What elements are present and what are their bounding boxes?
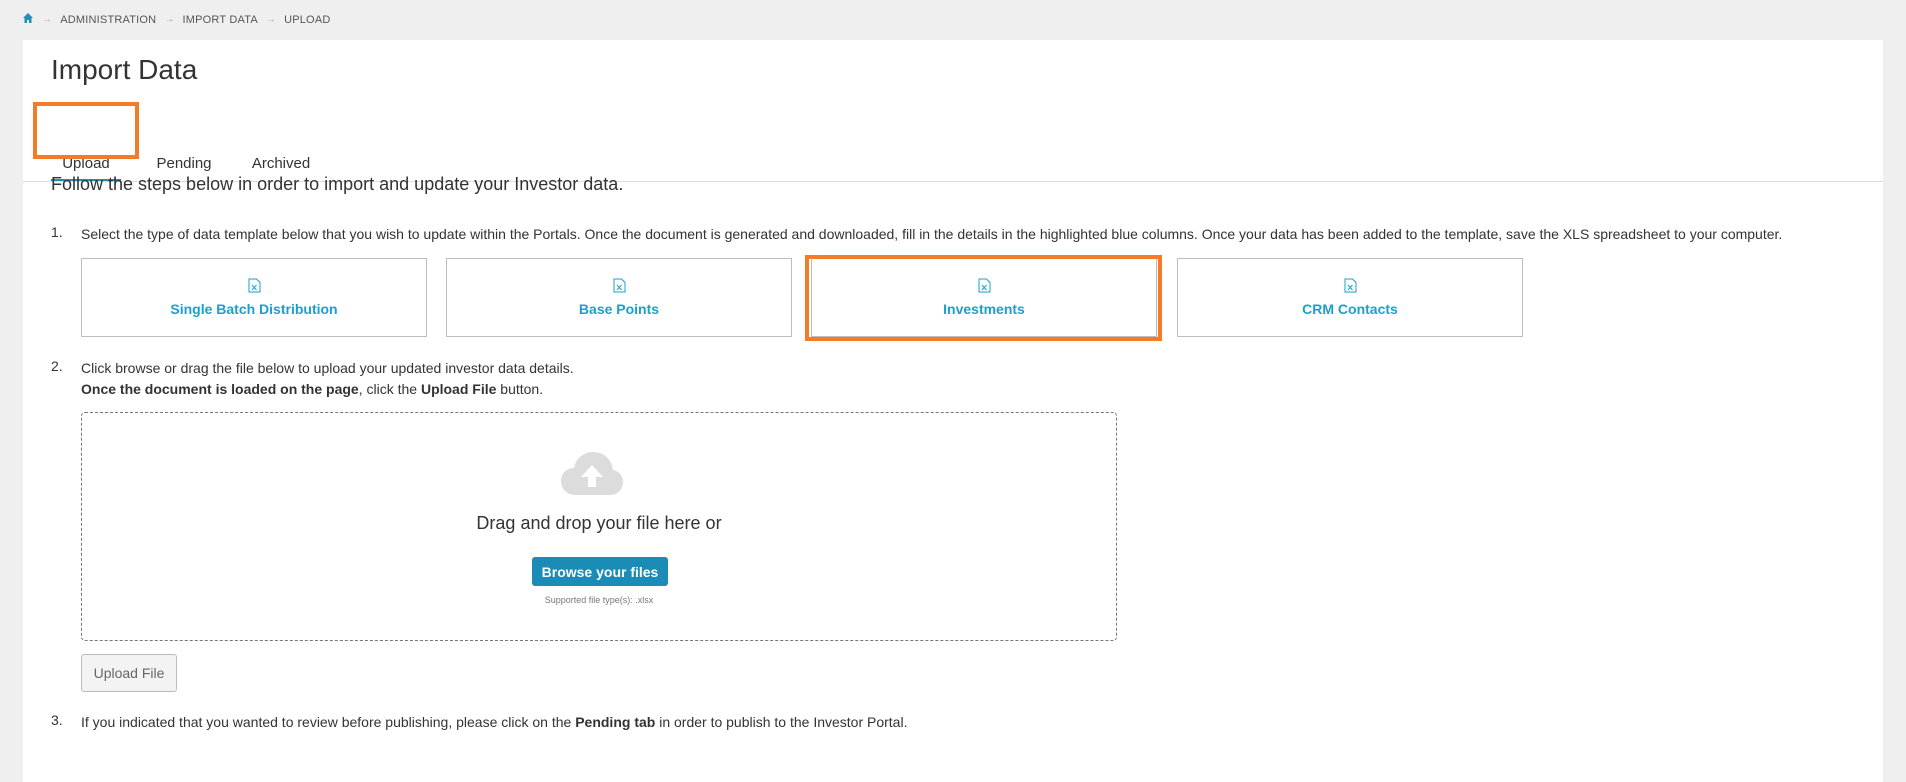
excel-file-icon [248, 278, 260, 293]
step-3-text-pre: If you indicated that you wanted to revi… [81, 714, 576, 730]
template-label: Base Points [578, 301, 660, 317]
page-title: Import Data [51, 54, 198, 85]
template-single-batch-distribution-button[interactable]: Single Batch Distribution [81, 258, 427, 337]
step-1-text: Select the type of data template below t… [81, 226, 1783, 242]
step-3-bold-pending: Pending tab [575, 714, 656, 730]
step-2-bold-text: Once the document is loaded on the page [81, 381, 359, 397]
step-3-text: If you indicated that you wanted to revi… [81, 712, 907, 733]
excel-file-icon [978, 278, 990, 293]
file-dropzone[interactable]: Drag and drop your file here or Browse y… [81, 412, 1117, 641]
template-investments-button[interactable]: Investments [811, 258, 1157, 337]
dropzone-text: Drag and drop your file here or [476, 513, 722, 533]
template-base-points-button[interactable]: Base Points [446, 258, 792, 337]
step-number: 3. [51, 712, 63, 728]
main-card: Import Data Upload Pending Archived Foll… [23, 40, 1883, 782]
step-number: 2. [51, 358, 63, 374]
breadcrumb-separator-icon: → [265, 14, 277, 25]
cloud-upload-icon [561, 452, 623, 495]
step-2-text-end: button. [496, 381, 544, 397]
step-2-text-mid: , click the [358, 381, 421, 397]
step-2-text: Click browse or drag the file below to u… [81, 358, 574, 400]
upload-file-button[interactable]: Upload File [81, 654, 177, 692]
breadcrumb-separator-icon: → [42, 14, 53, 25]
template-label: Single Batch Distribution [170, 301, 338, 317]
home-icon[interactable] [22, 12, 34, 27]
breadcrumb-item-administration[interactable]: ADMINISTRATION [60, 14, 156, 26]
intro-text: Follow the steps below in order to impor… [51, 174, 624, 194]
step-2-line-1: Click browse or drag the file below to u… [81, 360, 574, 376]
browse-files-button[interactable]: Browse your files [532, 557, 668, 586]
step-3-text-post: in order to publish to the Investor Port… [655, 714, 908, 730]
supported-file-types: Supported file type(s): .xlsx [544, 595, 654, 605]
excel-file-icon [1344, 278, 1356, 293]
step-number: 1. [51, 224, 63, 240]
step-2-bold-upload: Upload File [420, 381, 497, 397]
excel-file-icon [613, 278, 625, 293]
template-label: CRM Contacts [1302, 301, 1398, 317]
template-crm-contacts-button[interactable]: CRM Contacts [1177, 258, 1523, 337]
template-label: Investments [943, 301, 1025, 317]
breadcrumb: → ADMINISTRATION → IMPORT DATA → UPLOAD [22, 12, 331, 27]
breadcrumb-item-import-data[interactable]: IMPORT DATA [183, 14, 258, 26]
breadcrumb-item-upload: UPLOAD [284, 13, 331, 26]
breadcrumb-separator-icon: → [164, 14, 175, 25]
